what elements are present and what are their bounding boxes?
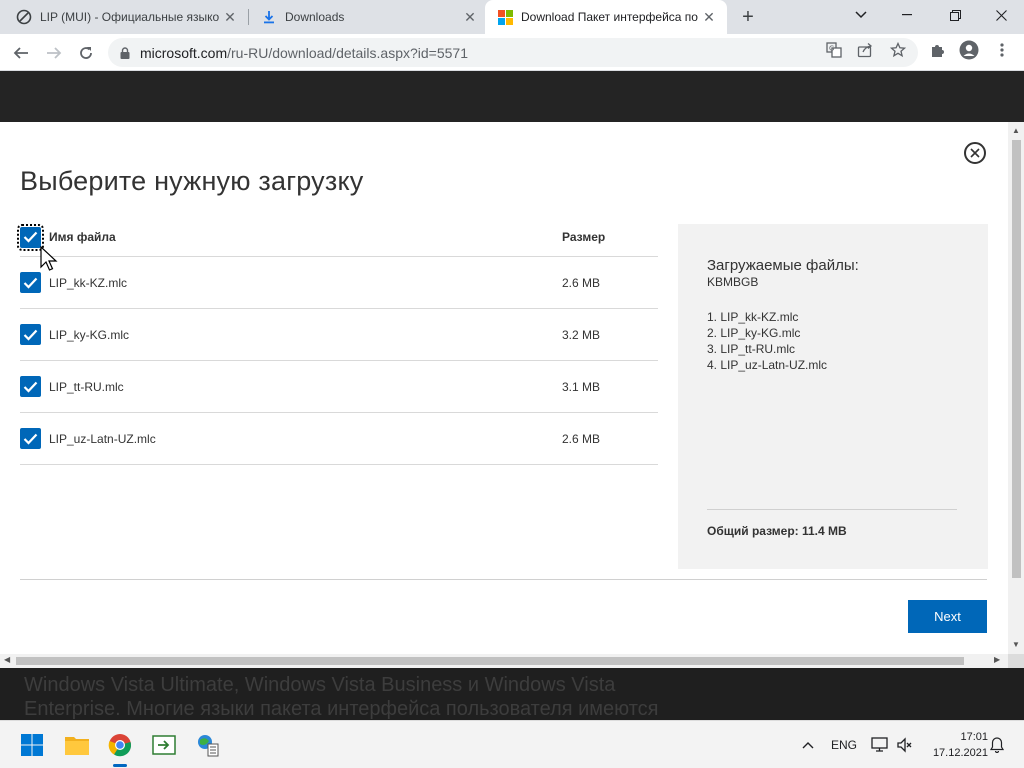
scroll-down-icon[interactable]: ▼ (1012, 640, 1020, 649)
column-header-size: Размер (562, 230, 606, 244)
tab-downloads[interactable]: Downloads ✕ (245, 0, 488, 34)
taskbar-clock[interactable]: 17:01 17.12.2021 (922, 729, 988, 761)
chrome-icon[interactable] (104, 729, 136, 761)
tab-download-package[interactable]: Download Пакет интерфейса по ✕ (485, 0, 727, 34)
file-checkbox[interactable] (20, 376, 41, 397)
page-header-banner (0, 71, 1024, 122)
mouse-cursor-icon (40, 245, 58, 279)
horizontal-scrollbar[interactable]: ◀ ▶ (0, 654, 1008, 668)
url-path: /ru-RU/download/details.aspx?id=5571 (227, 44, 468, 61)
file-size: 2.6 MB (562, 431, 601, 446)
file-size: 3.1 MB (562, 379, 601, 394)
scroll-right-icon[interactable]: ▶ (994, 655, 1000, 664)
table-header-row: Имя файла Размер (17, 218, 658, 257)
list-item: 3. LIP_tt-RU.mlc (707, 342, 796, 356)
select-all-checkbox[interactable] (17, 223, 44, 251)
background-text-line: Enterprise. Многие языки пакета интерфей… (24, 698, 659, 720)
restore-icon[interactable] (932, 0, 978, 30)
display-network-icon[interactable] (871, 721, 889, 768)
vertical-scrollbar[interactable]: ▲ ▼ (1008, 122, 1024, 654)
file-name: LIP_tt-RU.mlc (49, 379, 124, 394)
table-row: LIP_tt-RU.mlc 3.1 MB (20, 361, 658, 413)
tab-search-chevron-icon[interactable] (838, 0, 884, 30)
next-button[interactable]: Next (908, 600, 987, 633)
more-menu-icon[interactable] (990, 38, 1014, 62)
tab-title: LIP (MUI) - Официальные языко (40, 10, 220, 24)
summary-total-size: Общий размер: 11.4 MB (707, 524, 847, 538)
close-dialog-button[interactable] (964, 142, 986, 164)
download-dialog: Выберите нужную загрузку Имя файла Разме… (0, 122, 1008, 654)
tab-title: Download Пакет интерфейса по (521, 10, 698, 24)
language-indicator[interactable]: ENG (831, 721, 857, 768)
translate-icon[interactable]: G (822, 38, 846, 62)
table-row: LIP_uz-Latn-UZ.mlc 2.6 MB (20, 413, 658, 465)
close-tab-icon[interactable]: ✕ (701, 9, 717, 25)
download-summary-panel: Загружаемые файлы: KBMBGB 1. LIP_kk-KZ.m… (678, 224, 988, 569)
dialog-title: Выберите нужную загрузку (20, 166, 364, 196)
url-text: microsoft.com/ru-RU/download/details.asp… (140, 45, 468, 61)
list-item: 1. LIP_kk-KZ.mlc (707, 310, 799, 324)
browser-tab-strip: LIP (MUI) - Официальные языко ✕ Download… (0, 0, 1024, 34)
share-icon[interactable] (853, 38, 877, 62)
divider (20, 579, 987, 580)
scrollbar-corner (1008, 654, 1024, 668)
table-row: LIP_kk-KZ.mlc 2.6 MB (20, 257, 658, 309)
clock-time: 17:01 (960, 731, 988, 743)
file-name: LIP_uz-Latn-UZ.mlc (49, 431, 156, 446)
summary-size-units: KBMBGB (707, 275, 759, 289)
list-item: 2. LIP_ky-KG.mlc (707, 326, 801, 340)
file-name: LIP_ky-KG.mlc (49, 327, 130, 342)
close-tab-icon[interactable]: ✕ (462, 9, 478, 25)
file-checkbox[interactable] (20, 428, 41, 449)
background-text-line: Windows Vista Ultimate, Windows Vista Bu… (24, 674, 616, 696)
start-windows-icon[interactable] (16, 729, 48, 761)
microsoft-logo-icon (497, 9, 513, 25)
profile-avatar-icon[interactable] (957, 38, 981, 62)
lock-icon[interactable] (120, 46, 130, 59)
forward-icon[interactable] (40, 39, 68, 67)
list-item: 4. LIP_uz-Latn-UZ.mlc (707, 358, 828, 372)
tray-chevron-up-icon[interactable] (802, 721, 814, 768)
divider (707, 509, 957, 510)
file-size: 3.2 MB (562, 327, 601, 342)
url-host: microsoft.com (140, 44, 228, 61)
clock-date: 17.12.2021 (932, 747, 988, 759)
volume-muted-icon[interactable] (897, 721, 913, 768)
scrollbar-thumb[interactable] (1012, 140, 1021, 578)
table-row: LIP_ky-KG.mlc 3.2 MB (20, 309, 658, 361)
back-icon[interactable] (7, 39, 35, 67)
background-page-text: Windows Vista Ultimate, Windows Vista Bu… (24, 673, 724, 721)
browser-toolbar: microsoft.com/ru-RU/download/details.asp… (0, 34, 1024, 71)
scrollbar-thumb[interactable] (16, 657, 964, 665)
scroll-up-icon[interactable]: ▲ (1012, 126, 1020, 135)
file-table: Имя файла Размер LIP_kk-KZ.mlc 2.6 MB LI… (17, 218, 658, 465)
file-checkbox[interactable] (20, 272, 41, 293)
close-tab-icon[interactable]: ✕ (222, 9, 238, 25)
notification-bell-icon[interactable] (990, 721, 1004, 768)
reload-icon[interactable] (72, 39, 100, 67)
address-bar[interactable]: microsoft.com/ru-RU/download/details.asp… (108, 38, 918, 67)
bookmark-star-icon[interactable] (886, 38, 910, 62)
new-tab-button[interactable]: + (737, 6, 759, 28)
summary-file-list: 1. LIP_kk-KZ.mlc 2. LIP_ky-KG.mlc 3. LIP… (707, 309, 827, 373)
column-header-filename: Имя файла (49, 230, 116, 244)
file-name: LIP_kk-KZ.mlc (49, 275, 128, 290)
remote-app-icon[interactable] (148, 729, 180, 761)
scroll-left-icon[interactable]: ◀ (4, 655, 10, 664)
tab-title: Downloads (285, 10, 345, 24)
svg-text:G: G (829, 45, 834, 53)
globe-icon (16, 9, 32, 25)
close-window-icon[interactable] (978, 0, 1024, 30)
tab-lip-mui[interactable]: LIP (MUI) - Официальные языко ✕ (0, 0, 248, 34)
file-size: 2.6 MB (562, 275, 601, 290)
file-checkbox[interactable] (20, 324, 41, 345)
summary-title: Загружаемые файлы: (707, 257, 859, 274)
file-explorer-icon[interactable] (61, 729, 93, 761)
running-indicator (113, 764, 127, 767)
extensions-puzzle-icon[interactable] (925, 38, 949, 62)
network-settings-icon[interactable] (192, 729, 224, 761)
minimize-icon[interactable] (884, 0, 930, 30)
windows-taskbar: ENG 17:01 17.12.2021 (0, 720, 1024, 768)
download-icon (261, 9, 277, 25)
